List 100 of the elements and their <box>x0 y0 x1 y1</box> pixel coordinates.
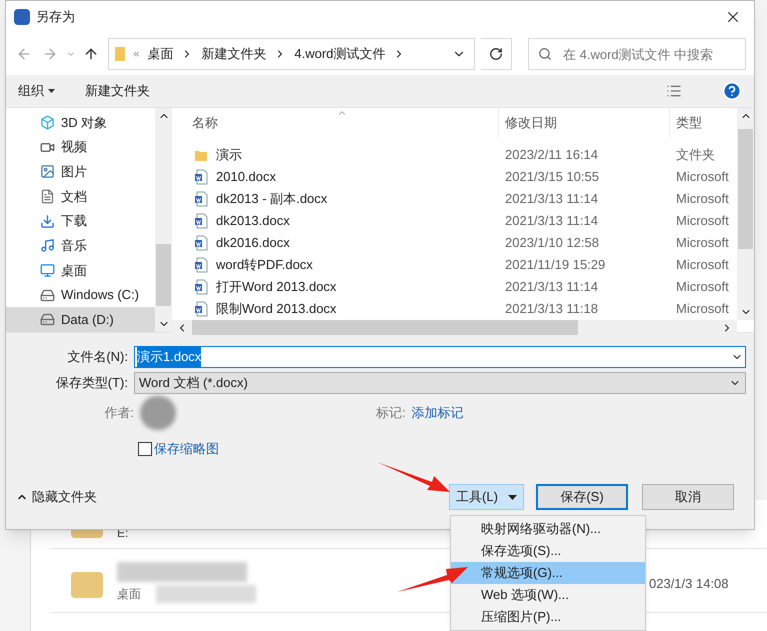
sidebar-item[interactable]: 音乐 <box>6 233 155 258</box>
date-text: 023/1/3 14:08 <box>649 575 729 593</box>
modified-date: 2023/1/10 12:58 <box>504 234 600 252</box>
sidebar-item[interactable]: 图片 <box>6 159 155 184</box>
sidebar-item[interactable]: Data (D:) <box>6 307 155 332</box>
vertical-scrollbar[interactable] <box>737 108 754 320</box>
column-header[interactable]: 名称 <box>172 108 499 138</box>
file-type: Microsoft <box>675 278 730 296</box>
thumbnail-checkbox[interactable] <box>138 442 152 456</box>
file-row[interactable]: 演示 2023/2/11 16:14 文件夹 <box>172 144 737 166</box>
tags-label: 标记: <box>376 404 406 422</box>
cancel-button[interactable]: 取消 <box>642 484 734 510</box>
overflow-chevron: « <box>133 46 140 62</box>
file-row[interactable]: dk2013.docx 2021/3/13 11:14 Microsoft <box>172 210 737 232</box>
modified-date: 2021/3/13 11:14 <box>504 190 600 208</box>
search-field[interactable]: 在 4.word测试文件 中搜索 <box>528 38 746 70</box>
save-button[interactable]: 保存(S) <box>536 484 628 510</box>
add-tags-link[interactable]: 添加标记 <box>412 403 464 423</box>
filetype-dropdown[interactable]: Word 文档 (*.docx) <box>134 372 746 394</box>
help-icon[interactable] <box>722 81 742 101</box>
sidebar-item[interactable]: Windows (C:) <box>6 282 155 308</box>
hide-folders-button[interactable]: 隐藏文件夹 <box>16 487 97 507</box>
word-logo-icon <box>14 9 30 25</box>
thumbnail-label: 保存缩略图 <box>154 440 219 458</box>
sidebar-item[interactable]: 视频 <box>6 134 155 160</box>
column-header[interactable]: 修改日期 <box>499 108 670 138</box>
music-icon <box>40 238 55 254</box>
word-file-icon <box>194 169 208 185</box>
file-name: dk2016.docx <box>216 234 290 252</box>
file-type: Microsoft <box>675 212 730 230</box>
scrollbar-thumb[interactable] <box>156 244 171 306</box>
file-row[interactable]: 打开Word 2013.docx 2021/3/13 11:14 Microsoft <box>172 276 737 298</box>
menu-item[interactable]: Web 选项(W)... <box>451 584 645 606</box>
file-name: 演示 <box>216 146 242 164</box>
tools-menu-button[interactable]: 工具(L) <box>449 484 524 510</box>
file-type: Microsoft <box>675 256 730 274</box>
modified-date: 2021/11/19 15:29 <box>504 256 606 274</box>
folder-icon <box>115 46 126 62</box>
sidebar-item[interactable]: 下载 <box>6 208 155 234</box>
scrollbar-thumb[interactable] <box>192 320 578 335</box>
file-name: 限制Word 2013.docx <box>216 300 336 318</box>
sidebar-item[interactable]: 桌面 <box>6 258 155 283</box>
file-type: Microsoft <box>675 234 730 252</box>
word-file-icon <box>194 301 208 317</box>
new-folder-button[interactable]: 新建文件夹 <box>85 81 150 101</box>
window-title: 另存为 <box>36 8 75 26</box>
refresh-icon <box>489 47 504 61</box>
image-icon <box>40 164 55 180</box>
column-header[interactable]: 类型 <box>670 108 737 138</box>
address-bar[interactable]: « 桌面 新建文件夹 4.word测试文件 <box>108 38 476 70</box>
modified-date: 2021/3/13 11:14 <box>504 278 600 296</box>
modified-date: 2021/3/13 11:18 <box>504 300 600 318</box>
file-name: dk2013.docx <box>216 212 290 230</box>
file-row[interactable]: word转PDF.docx 2021/11/19 15:29 Microsoft <box>172 254 737 276</box>
file-row[interactable]: 限制Word 2013.docx 2021/3/13 11:18 Microsoft <box>172 298 737 320</box>
organize-menu-button[interactable]: 组织 <box>18 81 55 101</box>
menu-item[interactable]: 常规选项(G)... <box>451 562 645 584</box>
modified-date: 2021/3/13 11:14 <box>504 212 600 230</box>
sidebar-item[interactable]: 文档 <box>6 184 155 209</box>
word-file-icon <box>194 191 208 207</box>
search-icon <box>538 47 552 61</box>
sidebar-item[interactable]: 3D 对象 <box>6 110 155 135</box>
arrow-right-icon <box>42 46 58 62</box>
word-file-icon <box>194 279 208 295</box>
file-type: Microsoft <box>675 168 730 186</box>
file-type: Microsoft <box>675 300 730 318</box>
filetype-label: 保存类型(T): <box>54 374 129 392</box>
breadcrumb[interactable]: 桌面 <box>147 44 174 64</box>
scrollbar-thumb[interactable] <box>738 129 753 249</box>
modified-date: 2023/2/11 16:14 <box>504 146 600 164</box>
location-text: 桌面 <box>117 586 141 603</box>
file-type: Microsoft <box>675 190 730 208</box>
filename-field[interactable]: 演示1.docx <box>134 346 746 368</box>
arrow-drawing <box>397 567 468 592</box>
file-name: dk2013 - 副本.docx <box>216 190 328 208</box>
download-icon <box>40 214 55 229</box>
redacted-blur <box>140 396 176 430</box>
breadcrumb[interactable]: 4.word测试文件 <box>294 44 386 64</box>
menu-item[interactable]: 保存选项(S)... <box>451 540 645 562</box>
vertical-scrollbar[interactable] <box>155 108 172 332</box>
refresh-button[interactable] <box>481 38 512 70</box>
modified-date: 2021/3/15 10:55 <box>504 168 600 186</box>
file-row[interactable]: dk2016.docx 2023/1/10 12:58 Microsoft <box>172 232 737 254</box>
file-name: word转PDF.docx <box>216 256 313 274</box>
word-file-icon <box>194 257 208 273</box>
menu-item[interactable]: 映射网络驱动器(N)... <box>451 518 645 540</box>
file-row[interactable]: 2010.docx 2021/3/15 10:55 Microsoft <box>172 166 737 188</box>
file-row[interactable]: dk2013 - 副本.docx 2021/3/13 11:14 Microsoft <box>172 188 737 210</box>
doc-icon <box>40 188 55 204</box>
horizontal-scrollbar[interactable] <box>172 320 737 335</box>
menu-item[interactable]: 压缩图片(P)... <box>451 606 645 628</box>
drive-icon <box>40 312 55 328</box>
caret-down-icon <box>48 89 55 93</box>
word-file-icon <box>194 213 208 229</box>
view-options-icon[interactable] <box>666 83 682 99</box>
filename-label: 文件名(N): <box>66 348 129 366</box>
breadcrumb[interactable]: 新建文件夹 <box>201 44 266 64</box>
file-name: 2010.docx <box>216 168 276 186</box>
folder-icon <box>71 572 103 598</box>
drive-icon <box>40 288 55 303</box>
